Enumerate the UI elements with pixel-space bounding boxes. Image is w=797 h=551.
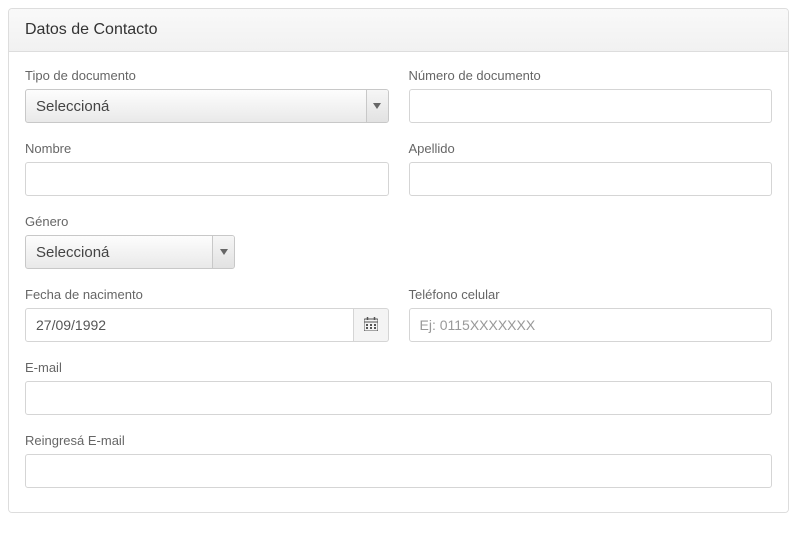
tipo-documento-selected: Seleccioná bbox=[26, 98, 366, 115]
genero-label: Género bbox=[25, 214, 772, 229]
panel-title: Datos de Contacto bbox=[9, 9, 788, 52]
apellido-label: Apellido bbox=[409, 141, 773, 156]
nombre-input[interactable] bbox=[25, 162, 389, 196]
telefono-celular-input[interactable] bbox=[409, 308, 773, 342]
nombre-label: Nombre bbox=[25, 141, 389, 156]
numero-documento-label: Número de documento bbox=[409, 68, 773, 83]
genero-select[interactable]: Seleccioná bbox=[25, 235, 235, 269]
apellido-input[interactable] bbox=[409, 162, 773, 196]
tipo-documento-select[interactable]: Seleccioná bbox=[25, 89, 389, 123]
panel-body: Tipo de documento Seleccioná Número de d… bbox=[9, 52, 788, 512]
chevron-down-icon bbox=[366, 90, 388, 122]
calendar-button[interactable] bbox=[354, 308, 388, 342]
chevron-down-icon bbox=[212, 236, 234, 268]
fecha-nacimiento-input[interactable] bbox=[25, 308, 354, 342]
email-confirm-label: Reingresá E-mail bbox=[25, 433, 772, 448]
email-confirm-input[interactable] bbox=[25, 454, 772, 488]
calendar-icon bbox=[364, 317, 378, 334]
numero-documento-input[interactable] bbox=[409, 89, 773, 123]
telefono-celular-label: Teléfono celular bbox=[409, 287, 773, 302]
email-input[interactable] bbox=[25, 381, 772, 415]
contact-data-panel: Datos de Contacto Tipo de documento Sele… bbox=[8, 8, 789, 513]
tipo-documento-label: Tipo de documento bbox=[25, 68, 389, 83]
genero-selected: Seleccioná bbox=[26, 244, 212, 261]
email-label: E-mail bbox=[25, 360, 772, 375]
fecha-nacimiento-label: Fecha de nacimento bbox=[25, 287, 389, 302]
